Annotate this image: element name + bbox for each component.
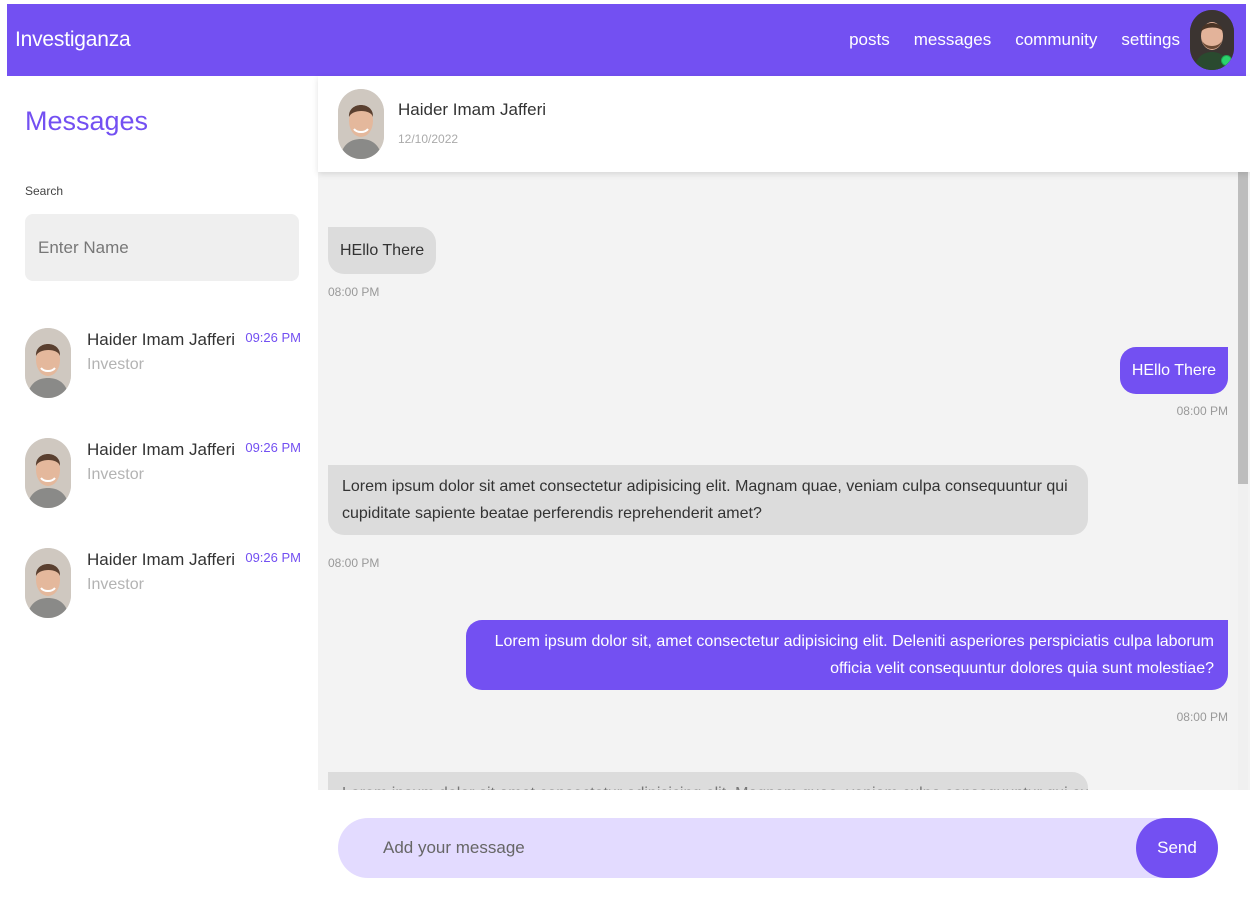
contact-avatar [25,328,71,398]
message-thread: HEllo There 08:00 PM HEllo There 08:00 P… [318,172,1250,790]
partner-photo-icon [338,89,384,159]
nav-posts[interactable]: posts [849,30,890,50]
contact-list-item[interactable]: Haider Imam Jafferi Investor 09:26 PM [25,328,305,400]
contact-time: 09:26 PM [245,330,301,345]
contact-role: Investor [87,576,144,593]
thread-scrollbar-thumb[interactable] [1238,172,1248,484]
nav-settings[interactable]: settings [1121,30,1180,50]
outgoing-message-bubble: Lorem ipsum dolor sit, amet consectetur … [466,620,1228,690]
search-input[interactable] [25,214,299,281]
incoming-message-bubble: HEllo There [328,227,437,274]
chat-date: 12/10/2022 [398,132,459,146]
contact-role: Investor [87,466,144,483]
chat-partner-name: Haider Imam Jafferi [398,100,547,119]
nav-messages[interactable]: messages [914,30,991,50]
incoming-message-bubble: Lorem ipsum dolor sit amet consectetur a… [328,772,1088,790]
contact-avatar [25,548,71,618]
contact-list-item[interactable]: Haider Imam Jafferi Investor 09:26 PM [25,438,305,510]
message-time: 08:00 PM [1176,710,1228,724]
contact-photo-icon [25,438,71,508]
contact-avatar [25,438,71,508]
online-status-dot [1221,55,1232,66]
contact-role: Investor [87,356,144,373]
message-time: 08:00 PM [328,285,380,299]
contact-time: 09:26 PM [245,440,301,455]
contact-photo-icon [25,328,71,398]
contact-name: Haider Imam Jafferi [87,550,236,569]
chat-partner-avatar[interactable] [338,89,384,159]
top-navbar: Investiganza posts messages community se… [7,4,1246,76]
user-avatar[interactable] [1190,10,1234,70]
search-label: Search [25,184,64,198]
outgoing-message-bubble: HEllo There [1119,347,1228,394]
contact-list-item[interactable]: Haider Imam Jafferi Investor 09:26 PM [25,548,305,620]
chat-header: Haider Imam Jafferi 12/10/2022 [318,76,1250,172]
message-time: 08:00 PM [1176,404,1228,418]
nav-community[interactable]: community [1015,30,1097,50]
main-nav: posts messages community settings [849,30,1180,50]
message-time: 08:00 PM [328,556,380,570]
message-input[interactable] [338,818,1218,878]
messages-sidebar: Messages Search Haider Imam Jafferi Inve… [0,76,318,903]
send-button[interactable]: Send [1136,818,1218,878]
contact-time: 09:26 PM [245,550,301,565]
brand-logo[interactable]: Investiganza [15,28,131,52]
sidebar-title: Messages [25,106,149,136]
contact-name: Haider Imam Jafferi [87,440,236,459]
contact-photo-icon [25,548,71,618]
message-composer: Send [318,790,1250,903]
contact-name: Haider Imam Jafferi [87,330,236,349]
incoming-message-bubble: Lorem ipsum dolor sit amet consectetur a… [328,465,1088,535]
